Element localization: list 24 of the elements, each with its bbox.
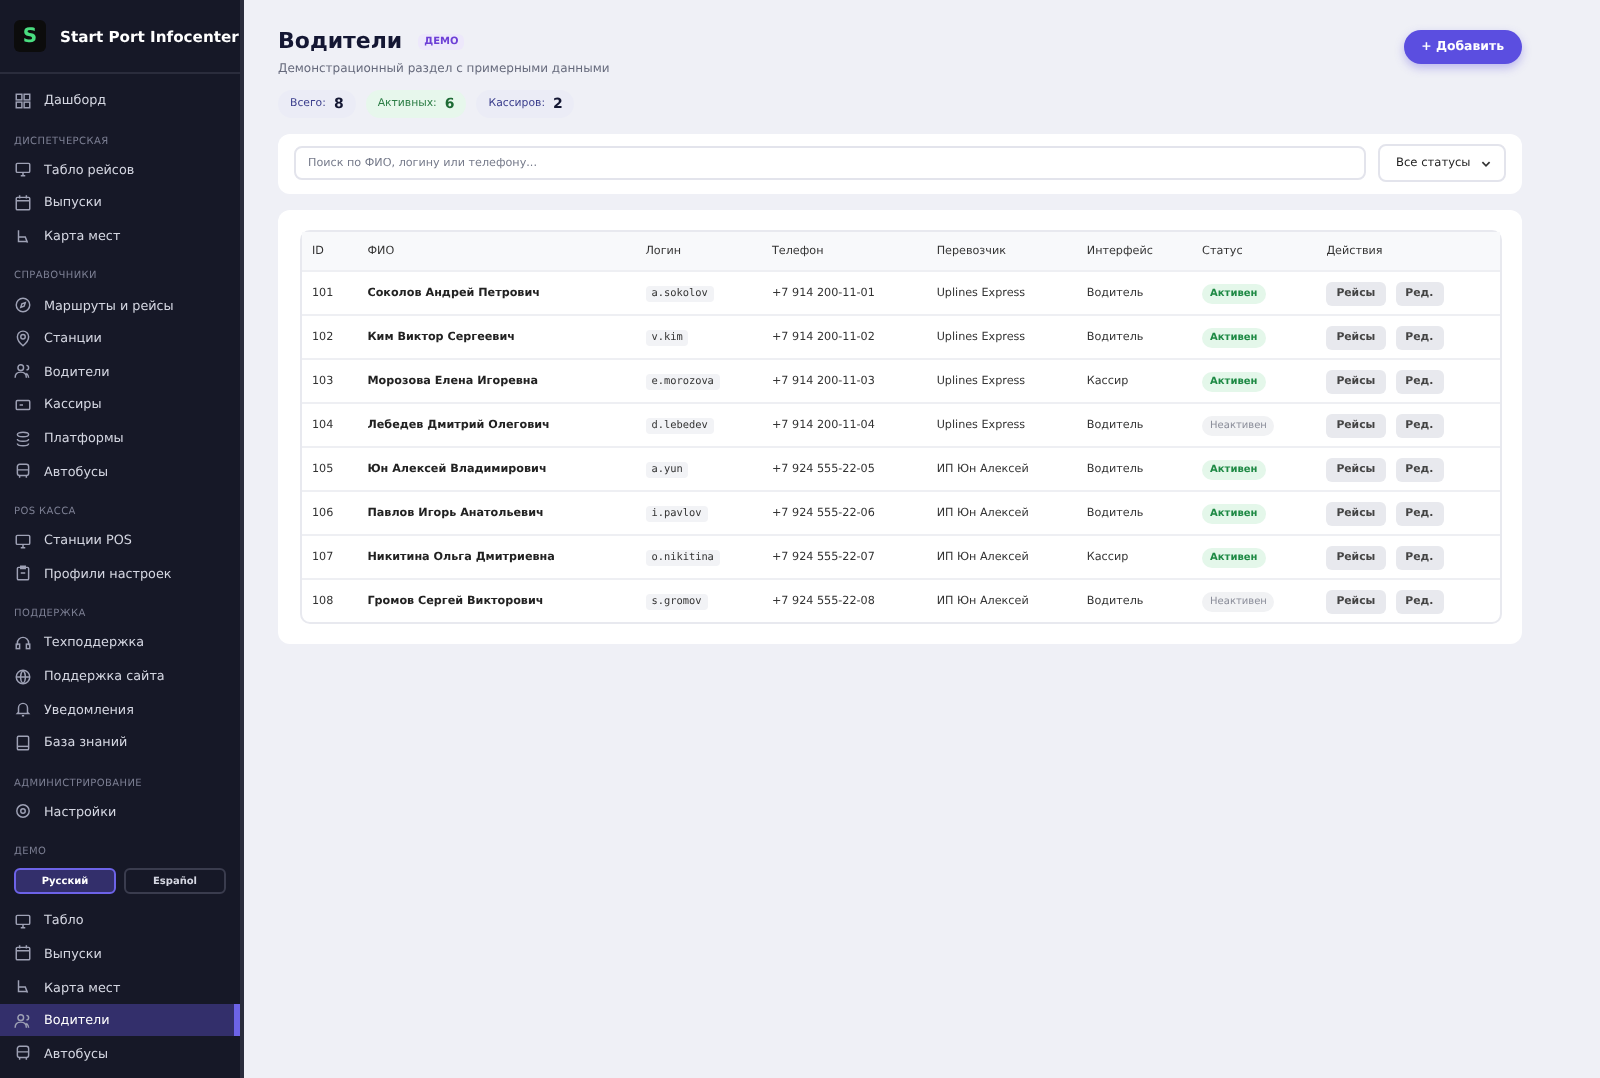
calendar-icon (14, 193, 32, 212)
seat-icon (14, 227, 32, 246)
layers-icon (14, 429, 32, 448)
globe-icon (14, 667, 32, 686)
compass-icon (14, 296, 32, 315)
page-title: Водители (278, 28, 403, 54)
monitor-icon (14, 160, 32, 179)
clipboard-icon (14, 564, 32, 583)
book-icon (14, 733, 32, 752)
grid-icon (14, 91, 32, 110)
users-icon (14, 362, 32, 381)
pin-icon (14, 329, 32, 348)
bell-icon (14, 700, 32, 719)
calendar-icon (14, 944, 32, 963)
seat-icon (14, 978, 32, 997)
monitor-icon (14, 531, 32, 550)
bus-icon (14, 462, 32, 481)
card-icon (14, 395, 32, 414)
users-icon (14, 1011, 32, 1030)
monitor-icon (14, 911, 32, 930)
chevron-down-icon (1480, 157, 1492, 169)
logo-icon: S (14, 20, 46, 52)
headset-icon (14, 633, 32, 652)
bus-icon (14, 1044, 32, 1063)
